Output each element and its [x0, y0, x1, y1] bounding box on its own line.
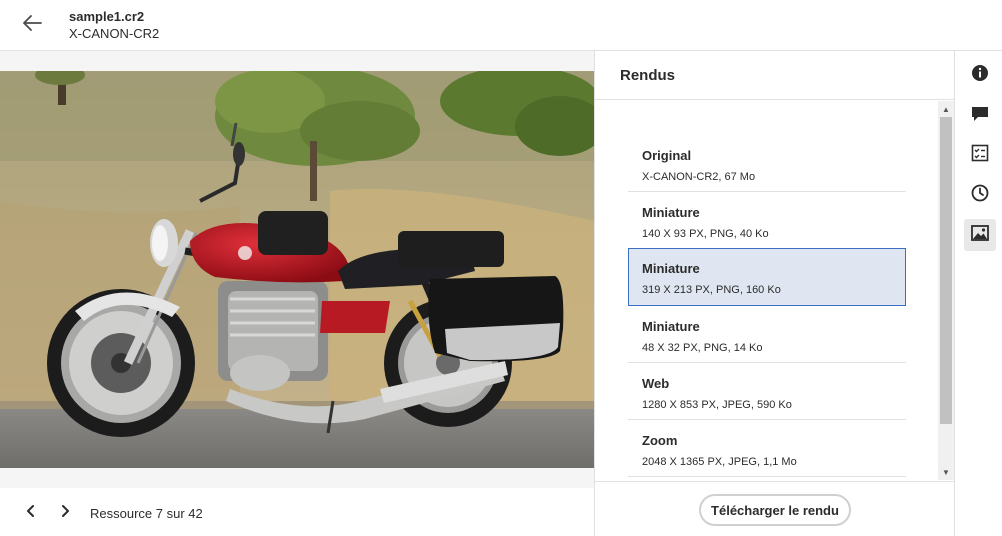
rendition-name: Miniature	[642, 205, 700, 220]
checklist-icon	[971, 144, 989, 167]
rendition-name: Zoom	[642, 433, 678, 448]
rendition-meta: 1280 X 853 PX, JPEG, 590 Ko	[642, 399, 792, 411]
rendition-meta: 48 X 32 PX, PNG, 14 Ko	[642, 342, 763, 354]
download-rendition-button[interactable]: Télécharger le rendu	[699, 494, 851, 526]
next-asset-button[interactable]	[54, 502, 76, 524]
rendition-item[interactable]: Web 1280 X 853 PX, JPEG, 590 Ko	[628, 363, 906, 420]
rendition-meta: 319 X 213 PX, PNG, 160 Ko	[642, 284, 781, 296]
viewer-footer: Ressource 7 sur 42	[0, 488, 594, 536]
rendition-item[interactable]: Miniature 140 X 93 PX, PNG, 40 Ko	[628, 192, 906, 249]
previous-asset-button[interactable]	[20, 502, 42, 524]
header: sample1.cr2 X-CANON-CR2	[0, 0, 1002, 51]
file-name: sample1.cr2	[69, 9, 145, 24]
resource-position-label: Ressource 7 sur 42	[90, 506, 203, 521]
renditions-scrollbar[interactable]: ▲ ▼	[938, 101, 954, 480]
side-rail	[956, 51, 1002, 536]
rendition-item[interactable]: Original X-CANON-CR2, 67 Mo	[628, 135, 906, 192]
rendition-meta: 2048 X 1365 PX, JPEG, 1,1 Mo	[642, 456, 797, 468]
comment-icon	[971, 105, 989, 128]
info-button[interactable]	[964, 59, 996, 91]
renditions-list: Original X-CANON-CR2, 67 Mo Miniature 14…	[628, 135, 906, 477]
rendition-name: Web	[642, 376, 670, 391]
rendition-name: Miniature	[642, 261, 700, 276]
back-button[interactable]	[14, 8, 50, 42]
scroll-down-arrow-icon[interactable]: ▼	[938, 465, 954, 479]
renditions-button[interactable]	[964, 219, 996, 251]
info-icon	[971, 64, 989, 87]
clock-icon	[971, 184, 989, 207]
scrollbar-thumb[interactable]	[940, 117, 952, 424]
tasks-button[interactable]	[964, 139, 996, 171]
history-button[interactable]	[964, 179, 996, 211]
asset-viewer	[0, 51, 594, 488]
chevron-left-icon	[26, 504, 36, 523]
chevron-right-icon	[60, 504, 70, 523]
rendition-item[interactable]: Miniature 48 X 32 PX, PNG, 14 Ko	[628, 306, 906, 363]
scroll-up-arrow-icon[interactable]: ▲	[938, 102, 954, 116]
image-icon	[971, 224, 989, 246]
rendition-name: Original	[642, 148, 692, 163]
rendition-item-selected[interactable]: Miniature 319 X 213 PX, PNG, 160 Ko	[628, 248, 906, 306]
rendition-meta: 140 X 93 PX, PNG, 40 Ko	[642, 228, 769, 240]
file-type: X-CANON-CR2	[69, 26, 160, 41]
divider	[595, 99, 954, 100]
divider	[595, 481, 954, 482]
rendition-name: Miniature	[642, 319, 700, 334]
comments-button[interactable]	[964, 100, 996, 132]
panel-title: Rendus	[620, 67, 676, 84]
renditions-panel: Rendus Original X-CANON-CR2, 67 Mo Minia…	[594, 51, 955, 536]
arrow-left-icon	[22, 14, 42, 36]
asset-preview-image	[0, 71, 594, 468]
rendition-meta: X-CANON-CR2, 67 Mo	[642, 171, 756, 183]
rendition-item[interactable]: Zoom 2048 X 1365 PX, JPEG, 1,1 Mo	[628, 420, 906, 477]
